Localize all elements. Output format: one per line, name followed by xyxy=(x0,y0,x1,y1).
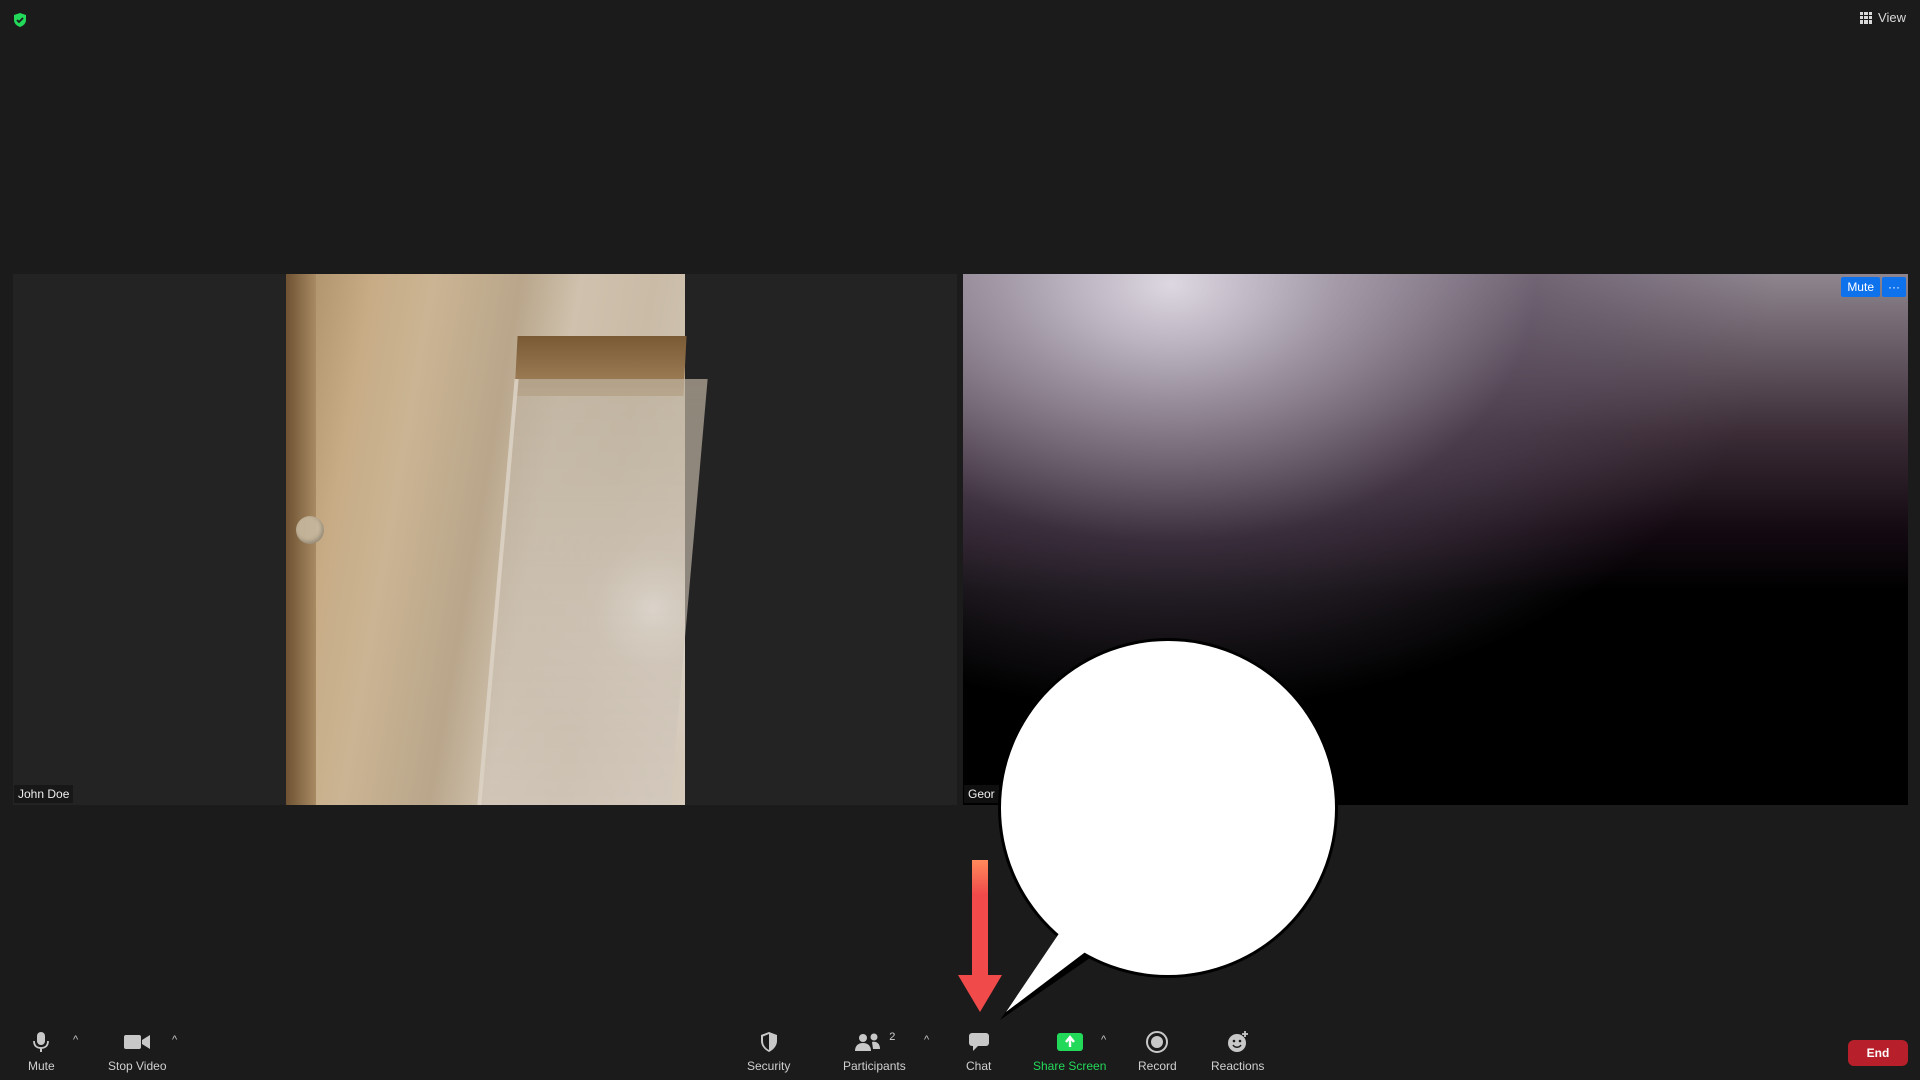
participants-label: Participants xyxy=(843,1059,906,1073)
video-tile-geor[interactable]: Mute ··· Geor xyxy=(963,274,1908,805)
video-feed xyxy=(286,274,708,805)
video-tile-john-doe[interactable]: John Doe xyxy=(13,274,957,805)
share-screen-button[interactable]: Share Screen xyxy=(1033,1030,1106,1073)
microphone-icon xyxy=(31,1030,51,1054)
security-button[interactable]: Security xyxy=(747,1030,790,1073)
participants-button[interactable]: 2 Participants xyxy=(843,1030,906,1073)
participant-name-tag: Geor xyxy=(964,785,999,803)
video-options-caret[interactable]: ^ xyxy=(172,1034,177,1046)
participants-icon: 2 xyxy=(853,1030,895,1054)
chat-button[interactable]: Chat xyxy=(966,1030,991,1073)
audio-options-caret[interactable]: ^ xyxy=(73,1034,78,1046)
record-icon xyxy=(1145,1030,1169,1054)
red-arrow-icon xyxy=(958,860,1002,1012)
mute-label: Mute xyxy=(28,1059,55,1073)
reactions-label: Reactions xyxy=(1211,1059,1265,1073)
participants-count: 2 xyxy=(889,1031,896,1043)
stop-video-label: Stop Video xyxy=(108,1059,167,1073)
end-meeting-button[interactable]: End xyxy=(1848,1040,1908,1066)
meeting-toolbar: Mute ^ Stop Video ^ Security 2 Participa… xyxy=(0,1020,1920,1080)
chat-bubble-icon xyxy=(968,1030,990,1054)
tile-overlay-controls: Mute ··· xyxy=(1841,277,1906,297)
share-screen-label: Share Screen xyxy=(1033,1059,1107,1073)
reactions-button[interactable]: Reactions xyxy=(1211,1030,1264,1073)
view-label: View xyxy=(1878,10,1906,25)
grid-icon xyxy=(1860,11,1873,24)
mute-button[interactable]: Mute xyxy=(28,1030,55,1073)
share-screen-icon xyxy=(1056,1030,1083,1054)
security-shield-icon xyxy=(12,12,28,28)
participant-name-tag: John Doe xyxy=(14,785,74,803)
video-doorpanel xyxy=(477,379,708,805)
record-button[interactable]: Record xyxy=(1138,1030,1177,1073)
participants-options-caret[interactable]: ^ xyxy=(924,1034,929,1046)
stop-video-button[interactable]: Stop Video xyxy=(108,1030,167,1073)
shield-icon xyxy=(759,1030,779,1054)
video-knob xyxy=(296,516,324,544)
video-camera-icon xyxy=(123,1030,151,1054)
share-options-caret[interactable]: ^ xyxy=(1101,1034,1106,1046)
view-button[interactable]: View xyxy=(1860,10,1906,25)
more-options-button[interactable]: ··· xyxy=(1882,277,1906,297)
video-feed xyxy=(963,274,1908,805)
mute-participant-button[interactable]: Mute xyxy=(1841,277,1880,297)
security-label: Security xyxy=(747,1059,791,1073)
chat-label: Chat xyxy=(966,1059,992,1073)
smiley-plus-icon xyxy=(1226,1030,1250,1054)
record-label: Record xyxy=(1138,1059,1177,1073)
